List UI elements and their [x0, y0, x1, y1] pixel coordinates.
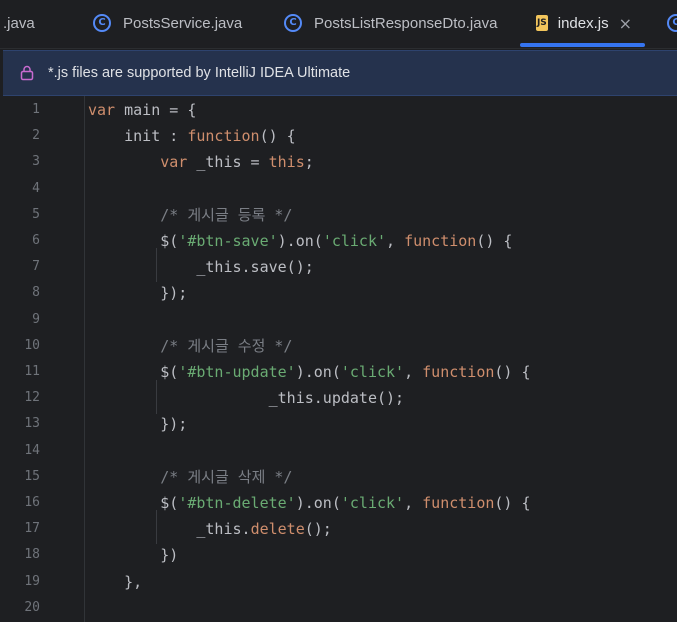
- code-editor[interactable]: 1 var main = {2 init : function() {3 var …: [0, 96, 677, 622]
- code-line[interactable]: 18 }): [0, 542, 677, 568]
- line-number: 17: [24, 521, 40, 537]
- banner-text: *.js files are supported by IntelliJ IDE…: [48, 65, 351, 81]
- editor-tab-bar: .java C PostsService.java C PostsListRes…: [0, 0, 677, 49]
- line-number: 11: [24, 364, 40, 379]
- code-text: _this.update();: [88, 389, 405, 408]
- code-text: /* 게시글 삭제 */: [160, 467, 293, 486]
- code-text: var main = {: [88, 101, 197, 119]
- code-text: $('#btn-delete').on('click', function() …: [88, 494, 531, 512]
- code-line[interactable]: 10 /* 게시글 수정 */: [0, 333, 677, 359]
- code-text: /* 게시글 수정 */: [160, 336, 293, 355]
- code-text: });: [88, 284, 188, 303]
- code-text: },: [88, 572, 143, 591]
- line-number: 20: [24, 599, 40, 615]
- code-line[interactable]: 14: [0, 438, 677, 464]
- code-line[interactable]: 20: [0, 595, 677, 621]
- code-line[interactable]: 12 _this.update();: [0, 385, 677, 411]
- class-icon: C: [667, 14, 677, 32]
- tab-java[interactable]: .java: [3, 0, 35, 46]
- js-icon: JS: [536, 15, 548, 31]
- tab-label: PostsService.java: [123, 14, 243, 32]
- code-line[interactable]: 17 _this.delete();: [0, 516, 677, 542]
- tab-overflow[interactable]: C: [667, 0, 677, 46]
- code-line[interactable]: 11 $('#btn-update').on('click', function…: [0, 359, 677, 385]
- line-number: 18: [24, 547, 40, 563]
- code-line[interactable]: 15 /* 게시글 삭제 */: [0, 464, 677, 490]
- tab-label: PostsListResponseDto.java: [314, 14, 498, 32]
- code-text: _this.save();: [88, 258, 314, 277]
- lock-icon: [20, 65, 34, 81]
- code-text: $('#btn-update').on('click', function() …: [88, 363, 531, 381]
- line-number: 9: [32, 311, 40, 327]
- code-line[interactable]: 9: [0, 307, 677, 333]
- line-number: 1: [32, 102, 40, 117]
- line-number: 7: [32, 259, 40, 275]
- line-number: 3: [32, 154, 40, 170]
- tab-label: .java: [3, 14, 35, 32]
- line-number: 10: [24, 337, 40, 353]
- line-number: 14: [24, 442, 40, 458]
- line-number: 6: [32, 233, 40, 248]
- code-line[interactable]: 1 var main = {: [0, 97, 677, 123]
- close-icon[interactable]: ×: [619, 14, 632, 33]
- code-line[interactable]: 7 _this.save();: [0, 254, 677, 280]
- code-text: });: [88, 415, 188, 434]
- code-text: init : function() {: [88, 127, 296, 146]
- code-line[interactable]: 19 },: [0, 569, 677, 595]
- code-line[interactable]: 2 init : function() {: [0, 123, 677, 149]
- tab-index-js[interactable]: JS index.js ×: [520, 0, 645, 47]
- class-icon: C: [93, 14, 111, 32]
- code-line[interactable]: 16 $('#btn-delete').on('click', function…: [0, 490, 677, 516]
- code-line[interactable]: 8 });: [0, 280, 677, 306]
- line-number: 12: [24, 390, 40, 406]
- code-line[interactable]: 4: [0, 176, 677, 202]
- code-text: var _this = this;: [160, 153, 314, 172]
- line-number: 2: [32, 128, 40, 144]
- tab-posts-list-response-dto[interactable]: C PostsListResponseDto.java: [284, 0, 497, 46]
- line-number: 5: [32, 206, 40, 222]
- notification-banner: *.js files are supported by IntelliJ IDE…: [3, 50, 677, 96]
- line-number: 19: [24, 573, 40, 589]
- code-text: $('#btn-save').on('click', function() {: [88, 232, 513, 250]
- code-line[interactable]: 3 var _this = this;: [0, 149, 677, 175]
- tab-posts-service[interactable]: C PostsService.java: [93, 0, 242, 46]
- code-text: _this.delete();: [88, 520, 332, 539]
- line-number: 15: [24, 468, 40, 484]
- class-icon: C: [284, 14, 302, 32]
- line-number: 13: [24, 416, 40, 432]
- line-number: 16: [24, 495, 40, 510]
- line-number: 4: [32, 180, 40, 196]
- code-text: }): [88, 546, 179, 565]
- tab-label: index.js: [557, 14, 609, 32]
- code-line[interactable]: 13 });: [0, 411, 677, 437]
- code-line[interactable]: 6 $('#btn-save').on('click', function() …: [0, 228, 677, 254]
- line-number: 8: [32, 285, 40, 301]
- code-line[interactable]: 5 /* 게시글 등록 */: [0, 202, 677, 228]
- code-text: /* 게시글 등록 */: [160, 205, 293, 224]
